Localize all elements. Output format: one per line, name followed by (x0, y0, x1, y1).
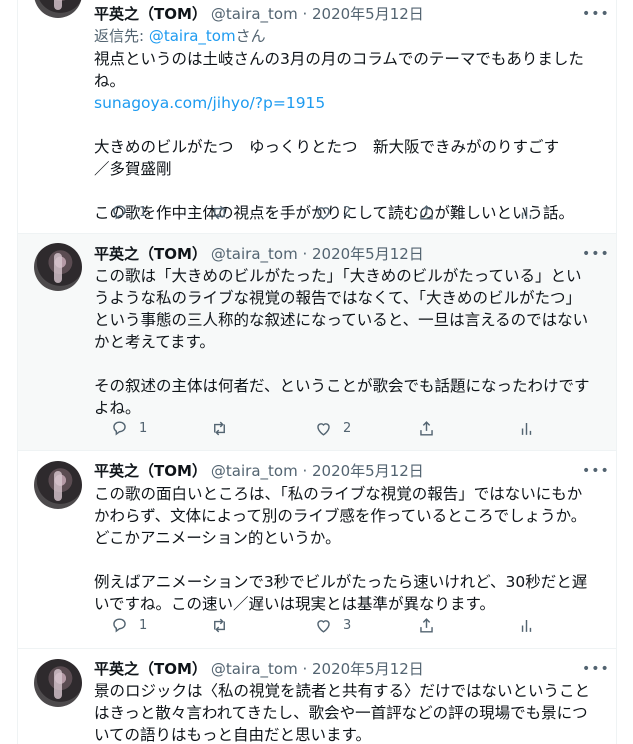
share-icon (417, 203, 436, 222)
tweet-text: この歌の面白いところは、「私のライブな視覚の報告」ではないにもかかわらず、文体に… (94, 485, 588, 613)
reply-count: 1 (139, 204, 148, 220)
tweet-3[interactable]: 平英之（TOM） @taira_tom · 2020年5月12日 ••• この歌の… (18, 451, 616, 648)
reply-button[interactable]: 1 (110, 202, 147, 222)
author-handle-date[interactable]: @taira_tom · 2020年5月12日 (211, 660, 424, 678)
tweet-actions: 1 3 (94, 615, 532, 635)
tweet-4[interactable]: 平英之（TOM） @taira_tom · 2020年5月12日 ••• 景のロジ… (18, 649, 616, 744)
reply-to: 返信先: @taira_tomさん (94, 26, 266, 46)
author-handle-date[interactable]: @taira_tom · 2020年5月12日 (211, 245, 424, 263)
like-button[interactable]: 2 (314, 202, 351, 222)
reply-icon (110, 616, 129, 635)
retweet-icon (210, 419, 229, 438)
tweet-actions: 1 2 (94, 202, 532, 222)
retweet-button[interactable] (210, 202, 229, 222)
tweet-text-intro: 視点というのは土岐さんの3月の月のコラムでのテーマでもありましたね。 (94, 50, 584, 90)
share-icon (417, 419, 436, 438)
avatar[interactable] (34, 659, 82, 707)
tweet-link[interactable]: sunagoya.com/jihyo/?p=1915 (94, 94, 325, 112)
reply-to-suffix: さん (235, 27, 266, 45)
like-count: 2 (343, 204, 352, 220)
retweet-icon (210, 616, 229, 635)
tweet-text: この歌は「大きめのビルがたった」「大きめのビルがたっている」というような私のライ… (94, 267, 590, 417)
author-name[interactable]: 平英之（TOM） (94, 5, 207, 23)
like-button[interactable]: 3 (314, 615, 351, 635)
analytics-icon (517, 419, 536, 438)
avatar[interactable] (34, 461, 82, 509)
like-count: 3 (343, 617, 352, 633)
like-count: 2 (343, 420, 352, 436)
analytics-icon (517, 203, 536, 222)
reply-button[interactable]: 1 (110, 615, 147, 635)
more-icon[interactable]: ••• (582, 659, 609, 679)
retweet-button[interactable] (210, 418, 229, 438)
more-icon[interactable]: ••• (582, 461, 609, 481)
author-handle-date[interactable]: @taira_tom · 2020年5月12日 (211, 462, 424, 480)
tweet-header: 平英之（TOM） @taira_tom · 2020年5月12日 (94, 659, 424, 679)
author-name[interactable]: 平英之（TOM） (94, 462, 207, 480)
tweet-thread: 平英之（TOM） @taira_tom · 2020年5月12日 ••• 返信先:… (17, 0, 617, 744)
analytics-button[interactable] (517, 418, 536, 438)
tweet-header: 平英之（TOM） @taira_tom · 2020年5月12日 (94, 244, 424, 264)
share-button[interactable] (417, 615, 436, 635)
avatar[interactable] (34, 243, 82, 291)
like-icon (314, 419, 333, 438)
author-name[interactable]: 平英之（TOM） (94, 245, 207, 263)
analytics-button[interactable] (517, 202, 536, 222)
retweet-icon (210, 203, 229, 222)
tweet-text: 視点というのは土岐さんの3月の月のコラムでのテーマでもありましたね。 sunag… (94, 48, 594, 224)
author-handle-date[interactable]: @taira_tom · 2020年5月12日 (211, 5, 424, 23)
reply-count: 1 (139, 617, 148, 633)
like-icon (314, 616, 333, 635)
share-button[interactable] (417, 202, 436, 222)
tweet-text: 景のロジックは〈私の視覚を読者と共有する〉だけではないということはきっと散々言わ… (94, 682, 591, 744)
more-icon[interactable]: ••• (582, 244, 609, 264)
reply-to-label: 返信先: (94, 27, 149, 45)
analytics-icon (517, 616, 536, 635)
reply-icon (110, 419, 129, 438)
reply-to-handle[interactable]: @taira_tom (149, 27, 236, 45)
tweet-actions: 1 2 (94, 418, 532, 438)
tweet-header: 平英之（TOM） @taira_tom · 2020年5月12日 (94, 4, 424, 24)
avatar[interactable] (34, 0, 82, 18)
author-name[interactable]: 平英之（TOM） (94, 660, 207, 678)
retweet-button[interactable] (210, 615, 229, 635)
share-icon (417, 616, 436, 635)
reply-count: 1 (139, 420, 148, 436)
tweet-header: 平英之（TOM） @taira_tom · 2020年5月12日 (94, 461, 424, 481)
reply-icon (110, 203, 129, 222)
analytics-button[interactable] (517, 615, 536, 635)
tweet-2[interactable]: 平英之（TOM） @taira_tom · 2020年5月12日 ••• この歌は… (18, 234, 616, 450)
share-button[interactable] (417, 418, 436, 438)
like-icon (314, 203, 333, 222)
like-button[interactable]: 2 (314, 418, 351, 438)
reply-button[interactable]: 1 (110, 418, 147, 438)
tweet-1[interactable]: 平英之（TOM） @taira_tom · 2020年5月12日 ••• 返信先:… (18, 0, 616, 233)
more-icon[interactable]: ••• (582, 4, 609, 24)
